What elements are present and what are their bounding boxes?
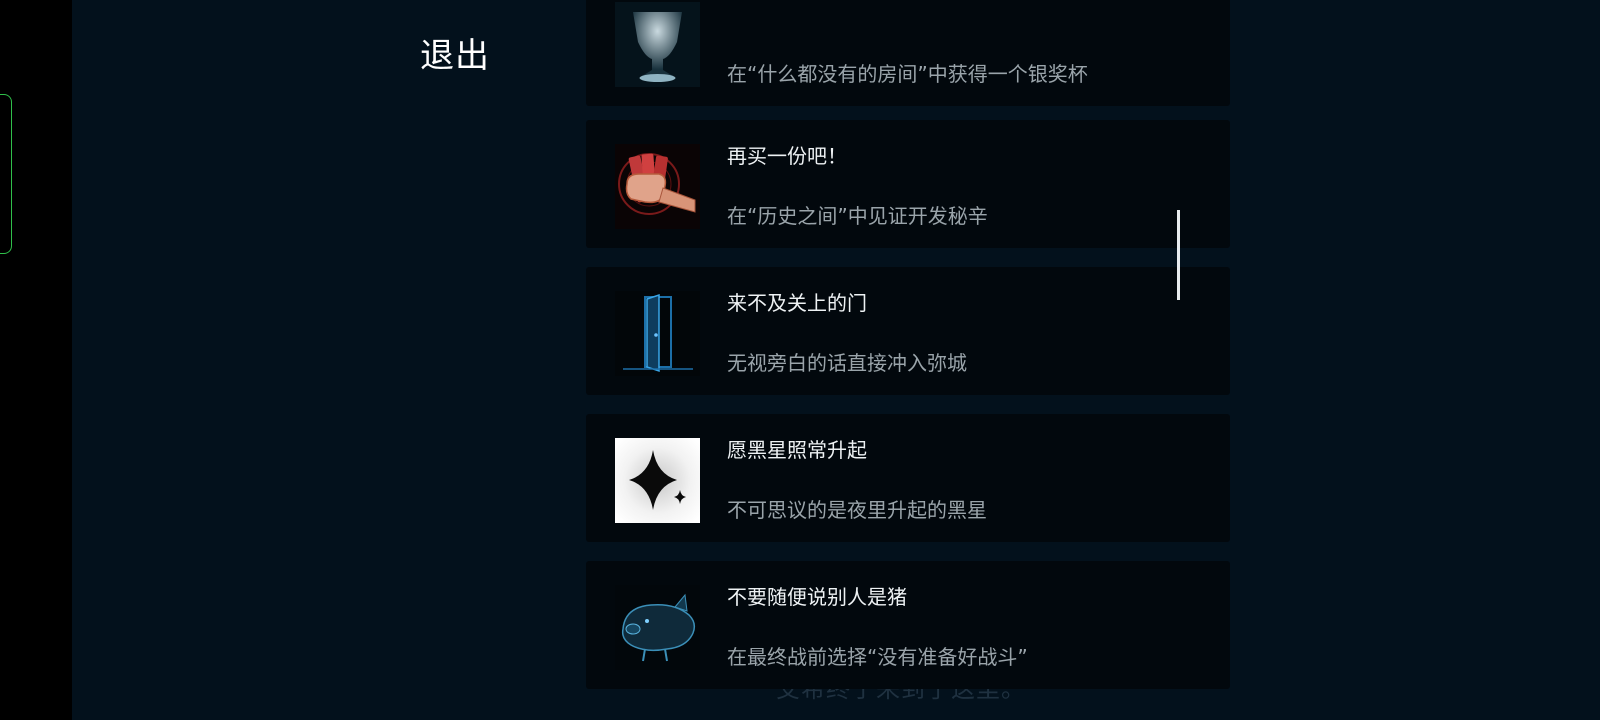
achievement-card: 不要随便说别人是猪 在最终战前选择“没有准备好战斗” [586, 561, 1230, 689]
achievement-title: 来不及关上的门 [727, 291, 867, 315]
black-star-icon [615, 438, 700, 523]
achievement-card: 愿黑星照常升起 不可思议的是夜里升起的黑星 [586, 414, 1230, 542]
achievement-title: 再买一份吧！ [727, 144, 847, 168]
achievement-title: 不要随便说别人是猪 [727, 585, 907, 609]
side-drawer-handle[interactable] [0, 94, 12, 254]
fist-with-cash-icon [615, 144, 700, 229]
achievements-panel: 退出 艾希终于来到了这里。 在“什么都没有的房间”中获得一个银奖杯 再买一份吧！… [72, 0, 1600, 720]
achievement-description: 在“历史之间”中见证开发秘辛 [727, 204, 988, 228]
achievement-card: 在“什么都没有的房间”中获得一个银奖杯 [586, 0, 1230, 106]
game-screen: 退出 艾希终于来到了这里。 在“什么都没有的房间”中获得一个银奖杯 再买一份吧！… [0, 0, 1600, 720]
achievement-description: 不可思议的是夜里升起的黑星 [727, 498, 987, 522]
achievement-card: 来不及关上的门 无视旁白的话直接冲入弥城 [586, 267, 1230, 395]
scrollbar-thumb[interactable] [1177, 210, 1180, 300]
pig-icon [615, 585, 700, 670]
exit-button[interactable]: 退出 [420, 36, 490, 76]
achievement-list[interactable]: 在“什么都没有的房间”中获得一个银奖杯 再买一份吧！ 在“历史之间”中见证开发秘… [586, 0, 1230, 720]
achievement-description: 在“什么都没有的房间”中获得一个银奖杯 [727, 62, 1088, 86]
achievement-description: 无视旁白的话直接冲入弥城 [727, 351, 967, 375]
achievement-description: 在最终战前选择“没有准备好战斗” [727, 645, 1028, 669]
achievement-title: 愿黑星照常升起 [727, 438, 867, 462]
open-door-icon [615, 291, 700, 376]
silver-trophy-icon [615, 2, 700, 87]
achievement-card: 再买一份吧！ 在“历史之间”中见证开发秘辛 [586, 120, 1230, 248]
